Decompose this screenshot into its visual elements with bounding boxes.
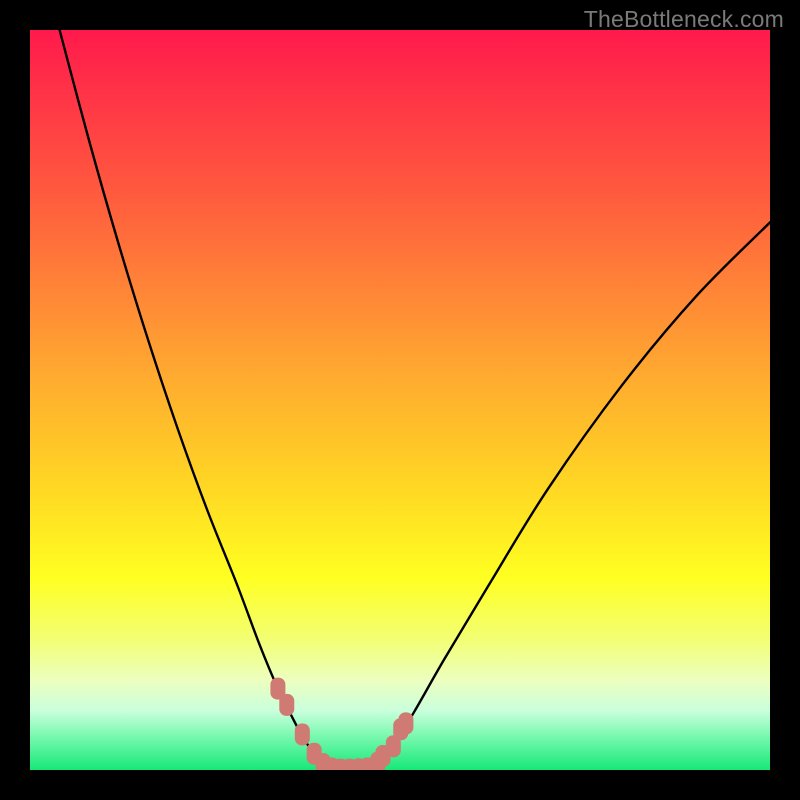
watermark-text: TheBottleneck.com [584, 6, 784, 33]
plot-area [30, 30, 770, 770]
curve-marker [295, 723, 310, 745]
outer-frame: TheBottleneck.com [0, 0, 800, 800]
curve-marker [279, 694, 294, 716]
curve-layer [30, 30, 770, 770]
bottleneck-curve [60, 30, 770, 770]
curve-markers [270, 678, 413, 770]
curve-marker [398, 712, 413, 734]
